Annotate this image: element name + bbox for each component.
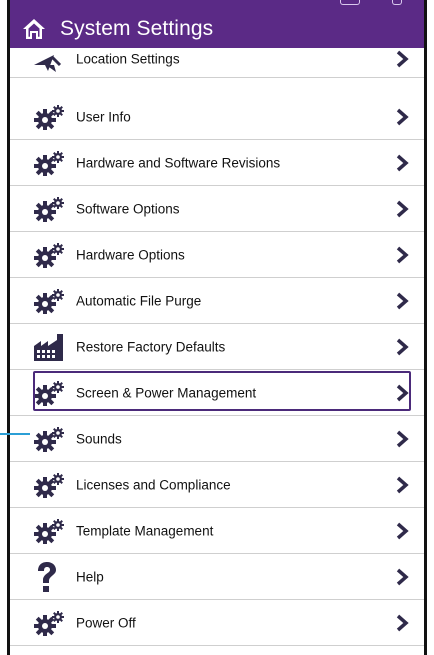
location-arrow-icon bbox=[32, 45, 72, 79]
status-bar bbox=[10, 0, 424, 10]
chevron-right-icon bbox=[395, 292, 409, 310]
gears-icon bbox=[32, 238, 72, 272]
chevron-right-icon bbox=[395, 338, 409, 356]
page-title: System Settings bbox=[60, 17, 214, 40]
menu-item-sounds[interactable]: Sounds bbox=[10, 416, 424, 462]
menu-item-hw-sw-revisions[interactable]: Hardware and Software Revisions bbox=[10, 140, 424, 186]
menu-item-user-info[interactable]: User Info bbox=[10, 94, 424, 140]
chevron-right-icon bbox=[395, 154, 409, 172]
question-mark-icon bbox=[32, 560, 72, 594]
menu-item-label: Location Settings bbox=[76, 51, 180, 66]
menu-item-label: Hardware and Software Revisions bbox=[76, 155, 281, 170]
chevron-right-icon bbox=[395, 384, 409, 402]
menu-item-label: Licenses and Compliance bbox=[76, 477, 231, 492]
menu-item-label: Automatic File Purge bbox=[76, 293, 202, 308]
gears-icon bbox=[32, 606, 72, 640]
menu-item-hardware-options[interactable]: Hardware Options bbox=[10, 232, 424, 278]
menu-item-label: Screen & Power Management bbox=[76, 385, 257, 400]
chevron-right-icon bbox=[395, 614, 409, 632]
gears-icon bbox=[32, 192, 72, 226]
gears-icon bbox=[32, 146, 72, 180]
chevron-right-icon bbox=[395, 246, 409, 264]
menu-item-screen-power-management[interactable]: Screen & Power Management bbox=[10, 370, 424, 416]
factory-icon bbox=[32, 330, 72, 364]
menu-item-template-management[interactable]: Template Management bbox=[10, 508, 424, 554]
gears-icon bbox=[32, 514, 72, 548]
menu-item-label: Power Off bbox=[76, 615, 136, 630]
gears-icon bbox=[32, 284, 72, 318]
home-icon bbox=[23, 19, 45, 39]
chevron-right-icon bbox=[395, 50, 409, 68]
chevron-right-icon bbox=[395, 476, 409, 494]
menu-item-label: Restore Factory Defaults bbox=[76, 339, 226, 354]
gears-icon bbox=[32, 422, 72, 456]
menu-item-label: Help bbox=[76, 569, 104, 584]
menu-item-restore-factory-defaults[interactable]: Restore Factory Defaults bbox=[10, 324, 424, 370]
chevron-right-icon bbox=[395, 200, 409, 218]
chevron-right-icon bbox=[395, 568, 409, 586]
chevron-right-icon bbox=[395, 430, 409, 448]
gears-icon bbox=[32, 100, 72, 134]
menu-item-power-off[interactable]: Power Off bbox=[10, 600, 424, 646]
gears-icon bbox=[32, 376, 72, 410]
menu-item-label: Template Management bbox=[76, 523, 214, 538]
menu-item-label: Hardware Options bbox=[76, 247, 185, 262]
menu-item-automatic-file-purge[interactable]: Automatic File Purge bbox=[10, 278, 424, 324]
device-frame-right bbox=[424, 0, 427, 655]
menu-item-label: Sounds bbox=[76, 431, 122, 446]
chevron-right-icon bbox=[395, 108, 409, 126]
menu-item-label: Software Options bbox=[76, 201, 180, 216]
menu-item-licenses-compliance[interactable]: Licenses and Compliance bbox=[10, 462, 424, 508]
screen: System Settings Location Settings User I… bbox=[10, 0, 424, 655]
menu-item-software-options[interactable]: Software Options bbox=[10, 186, 424, 232]
callout-line bbox=[0, 433, 30, 435]
gears-icon bbox=[32, 468, 72, 502]
menu-item-help[interactable]: Help bbox=[10, 554, 424, 600]
chevron-right-icon bbox=[395, 522, 409, 540]
menu-item-location-settings[interactable]: Location Settings bbox=[10, 40, 424, 78]
menu-item-label: User Info bbox=[76, 109, 131, 124]
status-icon bbox=[340, 0, 360, 5]
status-icon bbox=[392, 0, 402, 5]
